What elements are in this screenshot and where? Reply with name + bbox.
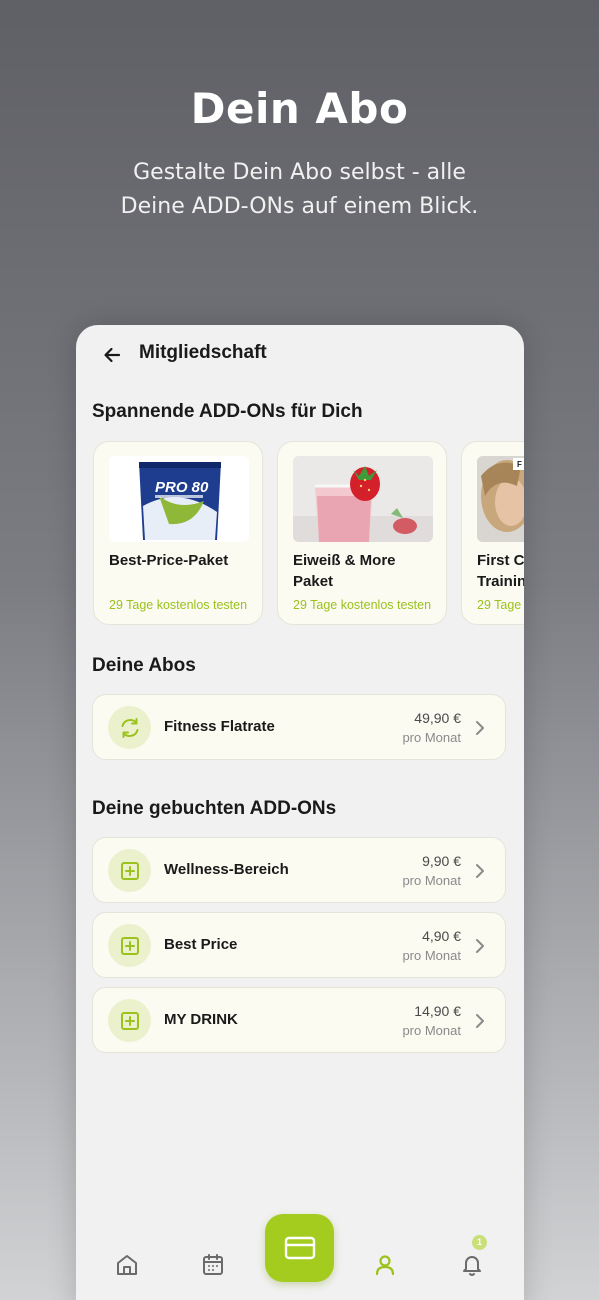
addon-card-best-price[interactable]: PRO 80 Best-Price-Paket 29 Tage kostenlo… xyxy=(93,441,263,625)
row-label: MY DRINK xyxy=(164,1011,238,1028)
svg-text:PRO 80: PRO 80 xyxy=(155,479,209,496)
chevron-right-icon xyxy=(476,939,484,953)
addon-card-trial: 29 Tage k xyxy=(477,598,524,612)
row-period: pro Monat xyxy=(402,873,461,888)
row-label: Best Price xyxy=(164,936,238,953)
addon-row-my-drink[interactable]: MY DRINK 14,90 € pro Monat xyxy=(92,987,506,1053)
nav-notifications[interactable] xyxy=(450,1243,494,1287)
row-label: Fitness Flatrate xyxy=(164,718,275,735)
woman-training-image: F xyxy=(477,456,524,542)
protein-bag-image: PRO 80 xyxy=(109,456,249,542)
row-icon-wrapper xyxy=(108,924,151,967)
addon-card-trial: 29 Tage kostenlos testen xyxy=(293,598,432,612)
addon-row-best-price[interactable]: Best Price 4,90 € pro Monat xyxy=(92,912,506,978)
svg-text:F: F xyxy=(517,460,522,469)
row-period: pro Monat xyxy=(402,730,461,745)
row-label: Wellness-Bereich xyxy=(164,861,289,878)
hero-subtitle-line-2: Deine ADD-ONs auf einem Blick. xyxy=(120,194,479,219)
row-price: 49,90 € xyxy=(414,710,461,726)
strawberry-shake-image xyxy=(293,456,433,542)
plus-square-icon xyxy=(120,1011,139,1030)
notification-badge: 1 xyxy=(472,1235,487,1250)
addon-card-trial: 29 Tage kostenlos testen xyxy=(109,598,248,612)
abo-row-fitness-flatrate[interactable]: Fitness Flatrate 49,90 € pro Monat xyxy=(92,694,506,760)
nav-membership[interactable] xyxy=(265,1214,334,1282)
booked-section-title: Deine gebuchten ADD-ONs xyxy=(92,798,337,819)
home-icon xyxy=(117,1255,137,1275)
addon-card-title: Eiweiß & More Paket xyxy=(293,552,396,590)
plus-square-icon xyxy=(120,936,139,955)
bell-icon xyxy=(463,1256,481,1276)
hero-subtitle-line-1: Gestalte Dein Abo selbst - alle xyxy=(133,160,466,185)
chevron-right-icon xyxy=(476,864,484,878)
row-icon-wrapper xyxy=(108,706,151,749)
addon-card-title: Best-Price-Paket xyxy=(109,552,229,569)
user-icon xyxy=(375,1255,395,1276)
addons-section-title: Spannende ADD-ONs für Dich xyxy=(92,401,363,422)
row-period: pro Monat xyxy=(402,1023,461,1038)
row-period: pro Monat xyxy=(402,948,461,963)
back-button[interactable] xyxy=(98,341,126,369)
abos-section-title: Deine Abos xyxy=(92,655,196,676)
nav-home[interactable] xyxy=(105,1243,149,1287)
addon-card-first-class-training[interactable]: F First Cl Training 29 Tage k xyxy=(461,441,524,625)
plus-square-icon xyxy=(120,861,139,880)
row-price: 4,90 € xyxy=(422,928,461,944)
hero-title: Dein Abo xyxy=(190,84,409,133)
arrow-left-icon xyxy=(104,347,121,363)
credit-card-icon xyxy=(284,1236,315,1260)
hero-subtitle: Gestalte Dein Abo selbst - alle Deine AD… xyxy=(0,156,599,224)
row-icon-wrapper xyxy=(108,999,151,1042)
top-bar: Mitgliedschaft xyxy=(76,325,524,385)
row-icon-wrapper xyxy=(108,849,151,892)
page-title: Mitgliedschaft xyxy=(139,342,267,363)
calendar-icon xyxy=(203,1254,223,1275)
phone-screen: Mitgliedschaft Spannende ADD-ONs für Dic… xyxy=(76,325,524,1300)
addon-row-wellness[interactable]: Wellness-Bereich 9,90 € pro Monat xyxy=(92,837,506,903)
bottom-navigation: 1 xyxy=(76,1205,524,1300)
nav-calendar[interactable] xyxy=(191,1243,235,1287)
refresh-icon xyxy=(121,717,138,738)
row-price: 14,90 € xyxy=(414,1003,461,1019)
addon-card-eiweiss[interactable]: Eiweiß & More Paket 29 Tage kostenlos te… xyxy=(277,441,447,625)
chevron-right-icon xyxy=(476,1014,484,1028)
addon-card-title: First Cl Training xyxy=(477,552,524,590)
chevron-right-icon xyxy=(476,721,484,735)
row-price: 9,90 € xyxy=(422,853,461,869)
nav-profile[interactable] xyxy=(363,1243,407,1287)
